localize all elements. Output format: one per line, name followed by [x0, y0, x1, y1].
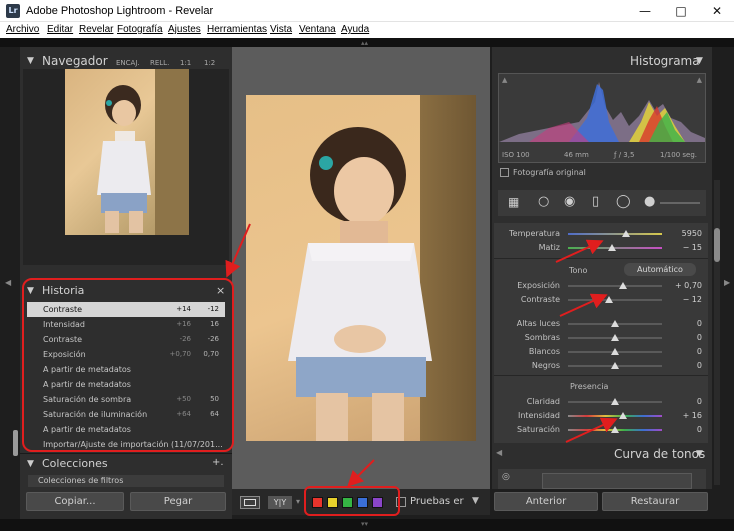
toolbar-menu-chevron-icon[interactable]: ▼ — [472, 496, 479, 506]
histogram-header[interactable]: Histograma ▼ — [492, 51, 712, 71]
focal-length-readout: 46 mm — [564, 151, 589, 159]
nav-1-2-option[interactable]: 1:2 — [204, 59, 215, 67]
collapse-triangle-icon[interactable]: ▼ — [27, 56, 34, 66]
left-scrollbar[interactable] — [13, 430, 18, 456]
histogram-graph — [499, 82, 705, 142]
original-photo-checkbox[interactable] — [500, 168, 509, 177]
menu-vista[interactable]: Vista — [270, 24, 292, 35]
menu-revelar[interactable]: Revelar — [79, 24, 113, 35]
nav-1-1-option[interactable]: 1:1 — [180, 59, 191, 67]
original-photo-label: Fotografía original — [513, 168, 586, 177]
brush-size-track[interactable] — [660, 202, 700, 204]
before-after-button[interactable]: Y|Y — [268, 496, 292, 509]
graduated-filter-icon[interactable]: ▯ — [592, 194, 599, 209]
tint-slider[interactable]: Matiz − 15 — [494, 241, 708, 255]
menu-fotografia[interactable]: Fotografía — [117, 24, 163, 35]
navigator-thumbnail — [65, 69, 189, 235]
blacks-slider[interactable]: Negros 0 — [494, 359, 708, 373]
crop-grid-icon[interactable]: ▦ — [508, 195, 519, 209]
triangle-up-icon: ▴▴ — [361, 39, 369, 47]
maximize-icon[interactable]: □ — [664, 0, 698, 22]
menu-editar[interactable]: Editar — [47, 24, 73, 35]
navigator-title: Navegador — [42, 54, 108, 68]
spot-removal-icon[interactable]: ○ — [538, 194, 549, 209]
collection-item[interactable]: Colecciones de filtros — [28, 475, 224, 487]
radial-filter-icon[interactable]: ◯ — [616, 194, 631, 209]
main-image-area[interactable] — [232, 47, 490, 489]
bottom-panel-toggle[interactable]: ▾▾ — [0, 519, 734, 531]
chevron-down-icon[interactable]: ▾ — [296, 497, 300, 506]
softproof-label: Pruebas er — [410, 496, 464, 507]
triangle-left-icon[interactable]: ◀ — [496, 448, 502, 457]
child-photo — [288, 127, 432, 441]
triangle-down-icon: ▾▾ — [361, 520, 369, 528]
color-labels-highlight-ring — [304, 486, 400, 516]
highlights-slider[interactable]: Altas luces 0 — [494, 317, 708, 331]
tool-strip: ▦ ○ ◉ ▯ ◯ ● — [498, 190, 706, 216]
history-highlight-ring — [22, 278, 234, 452]
window-title: Adobe Photoshop Lightroom - Revelar — [26, 5, 214, 17]
basic-panel: Temperatura 5950 Matiz − 15 Tono Automátic… — [494, 223, 708, 443]
child-photo-thumbnail — [97, 85, 151, 233]
tone-section-label: Tono — [569, 266, 588, 275]
menu-bar: Archivo Editar Revelar Fotografía Ajuste… — [0, 22, 734, 38]
left-bottom-buttons: Copiar... Pegar — [20, 489, 232, 515]
collections-header[interactable]: ▼ Colecciones +. — [20, 453, 232, 473]
lightroom-app-icon: Lr — [6, 4, 20, 18]
target-adjust-icon[interactable]: ◎ — [502, 472, 510, 482]
loupe-view-button[interactable] — [240, 496, 260, 509]
collapse-triangle-icon[interactable]: ▼ — [27, 459, 34, 469]
histogram-title: Histograma — [630, 54, 700, 68]
right-panel: Histograma ▼ ▲ ▲ ISO 100 46 mm ƒ / 3,5 1… — [492, 47, 712, 489]
top-panel-toggle[interactable]: ▴▴ — [0, 38, 734, 47]
temperature-slider[interactable]: Temperatura 5950 — [494, 227, 708, 241]
nav-fill-option[interactable]: RELL. — [150, 59, 169, 67]
menu-ayuda[interactable]: Ayuda — [341, 24, 369, 35]
right-scrollbar[interactable] — [714, 180, 720, 485]
minimize-icon[interactable]: — — [628, 0, 662, 22]
clarity-slider[interactable]: Claridad 0 — [494, 395, 708, 409]
menu-herramientas[interactable]: Herramientas — [207, 24, 267, 35]
title-bar: Lr Adobe Photoshop Lightroom - Revelar —… — [0, 0, 734, 22]
contrast-slider[interactable]: Contraste − 12 — [494, 293, 708, 307]
previous-button[interactable]: Anterior — [494, 492, 598, 511]
left-panel-toggle-icon[interactable]: ◀ — [5, 278, 11, 287]
collapse-triangle-icon[interactable]: ▼ — [696, 449, 703, 459]
iso-readout: ISO 100 — [502, 151, 530, 159]
right-panel-toggle-icon[interactable]: ▶ — [724, 278, 730, 287]
add-collection-icon[interactable]: +. — [212, 457, 224, 468]
adjustment-brush-icon[interactable]: ● — [644, 194, 655, 209]
whites-slider[interactable]: Blancos 0 — [494, 345, 708, 359]
tone-curve-preview[interactable]: ◎ — [498, 469, 706, 489]
navigator-preview[interactable] — [23, 69, 229, 265]
shadows-slider[interactable]: Sombras 0 — [494, 331, 708, 345]
copy-settings-button[interactable]: Copiar... — [26, 492, 124, 511]
collections-title: Colecciones — [42, 457, 108, 470]
exposure-slider[interactable]: Exposición + 0,70 — [494, 279, 708, 293]
tone-curve-header[interactable]: ◀ Curva de tonos ▼ — [492, 447, 712, 461]
histogram-chart[interactable]: ▲ ▲ — [498, 73, 706, 163]
main-photo[interactable] — [246, 95, 476, 441]
paste-settings-button[interactable]: Pegar — [130, 492, 226, 511]
close-window-icon[interactable]: ✕ — [700, 0, 734, 22]
saturation-slider[interactable]: Saturación 0 — [494, 423, 708, 437]
presence-section-label: Presencia — [570, 382, 609, 391]
collapse-triangle-icon[interactable]: ▼ — [696, 56, 703, 66]
menu-ventana[interactable]: Ventana — [299, 24, 336, 35]
reset-button[interactable]: Restaurar — [602, 492, 708, 511]
right-bottom-buttons: Anterior Restaurar — [492, 489, 712, 515]
menu-ajustes[interactable]: Ajustes — [168, 24, 201, 35]
shutter-readout: 1/100 seg. — [660, 151, 698, 159]
navigator-header[interactable]: ▼ Navegador ENCAJ. RELL. 1:1 1:2 — [20, 51, 232, 71]
tone-curve-title: Curva de tonos — [614, 447, 706, 461]
aperture-readout: ƒ / 3,5 — [614, 151, 635, 159]
auto-tone-button[interactable]: Automático — [624, 263, 696, 276]
nav-fit-option[interactable]: ENCAJ. — [116, 59, 140, 67]
vibrance-slider[interactable]: Intensidad + 16 — [494, 409, 708, 423]
menu-archivo[interactable]: Archivo — [6, 24, 39, 35]
redeye-icon[interactable]: ◉ — [564, 194, 575, 209]
